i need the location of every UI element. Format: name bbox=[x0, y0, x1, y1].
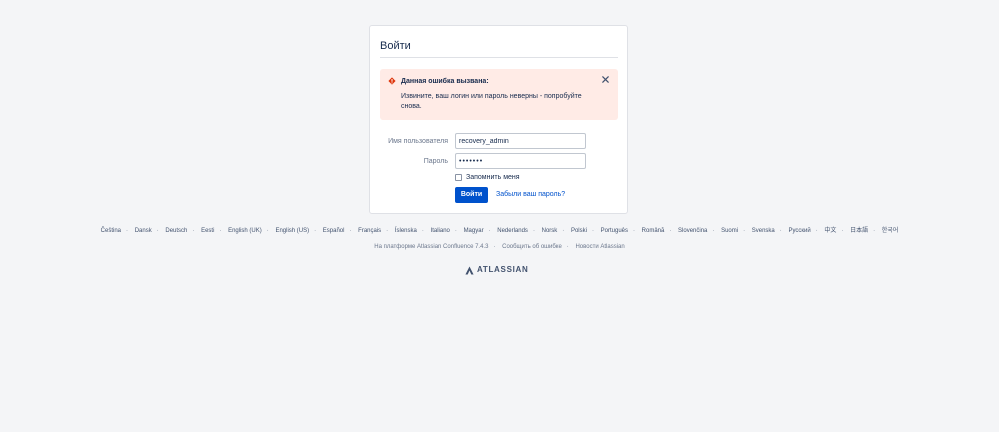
powered-by-link[interactable]: На платформе Atlassian Confluence 7.4.3 bbox=[374, 244, 488, 250]
atlassian-wordmark: ATLASSIAN bbox=[477, 265, 529, 274]
password-label: Пароль bbox=[423, 158, 448, 165]
language-separator: · bbox=[841, 228, 844, 234]
atlassian-logo-icon bbox=[465, 265, 474, 275]
title-divider bbox=[380, 57, 618, 58]
language-separator: · bbox=[779, 228, 782, 234]
language-link-nl[interactable]: Nederlands bbox=[497, 228, 528, 234]
language-separator: · bbox=[219, 228, 222, 234]
language-link-sk[interactable]: Slovenčina bbox=[678, 228, 707, 234]
language-link-ro[interactable]: Română bbox=[642, 228, 665, 234]
error-text: Извините, ваш логин или пароль неверны -… bbox=[401, 93, 582, 110]
language-link-ja[interactable]: 日本語 bbox=[850, 228, 868, 234]
language-link-no[interactable]: Norsk bbox=[542, 228, 558, 234]
language-link-en-uk[interactable]: English (UK) bbox=[228, 228, 262, 234]
language-separator: · bbox=[156, 228, 159, 234]
language-link-cs[interactable]: Čeština bbox=[101, 228, 121, 234]
language-separator: · bbox=[815, 228, 818, 234]
language-separator: · bbox=[488, 228, 491, 234]
atlassian-logo[interactable]: ATLASSIAN bbox=[465, 265, 528, 275]
language-separator: · bbox=[873, 228, 876, 234]
language-separator: · bbox=[126, 228, 129, 234]
language-link-fi[interactable]: Suomi bbox=[721, 228, 738, 234]
language-separator: · bbox=[421, 228, 424, 234]
language-link-pl[interactable]: Polski bbox=[571, 228, 587, 234]
language-link-et[interactable]: Eesti bbox=[201, 228, 214, 234]
close-icon[interactable] bbox=[601, 75, 610, 84]
language-separator: · bbox=[712, 228, 715, 234]
language-separator: · bbox=[532, 228, 535, 234]
password-input[interactable] bbox=[455, 153, 586, 169]
language-separator: · bbox=[454, 228, 457, 234]
remember-me-row: Запомнить меня bbox=[455, 173, 520, 182]
language-separator: · bbox=[386, 228, 389, 234]
language-separator: · bbox=[743, 228, 746, 234]
language-separator: · bbox=[192, 228, 195, 234]
login-button[interactable]: Войти bbox=[455, 187, 488, 203]
language-link-sv[interactable]: Svenska bbox=[752, 228, 775, 234]
language-separator: · bbox=[349, 228, 352, 234]
language-link-da[interactable]: Dansk bbox=[135, 228, 152, 234]
language-selector: Čeština · Dansk · Deutsch · Eesti · English … bbox=[0, 227, 999, 236]
report-bug-link[interactable]: Сообщить об ошибке bbox=[502, 244, 562, 250]
error-message-box: Данная ошибка вызвана: Извините, ваш лог… bbox=[380, 69, 618, 120]
remember-me-checkbox[interactable] bbox=[455, 174, 462, 181]
language-separator: · bbox=[633, 228, 635, 234]
language-link-en-us[interactable]: English (US) bbox=[275, 228, 309, 234]
username-input[interactable] bbox=[455, 133, 586, 149]
language-link-es[interactable]: Español bbox=[323, 228, 345, 234]
language-link-ko[interactable]: 한국어 bbox=[882, 228, 899, 234]
language-separator: · bbox=[562, 228, 565, 234]
atlassian-news-link[interactable]: Новости Atlassian bbox=[575, 244, 624, 250]
language-separator: · bbox=[266, 228, 269, 234]
footer-separator: · bbox=[493, 244, 496, 250]
login-page: Войти Данная ошибка вызвана: Извините, в… bbox=[0, 0, 999, 432]
language-link-zh[interactable]: 中文 bbox=[824, 228, 836, 234]
footer-links: На платформе Atlassian Confluence 7.4.3 ·… bbox=[0, 243, 999, 252]
language-link-ru[interactable]: Русский bbox=[788, 228, 810, 234]
forgot-password-link[interactable]: Забыли ваш пароль? bbox=[496, 190, 565, 200]
footer-separator: · bbox=[566, 244, 569, 250]
language-separator: · bbox=[314, 228, 317, 234]
error-icon bbox=[388, 77, 396, 85]
language-link-fr[interactable]: Français bbox=[358, 228, 381, 234]
page-title: Войти bbox=[380, 40, 411, 52]
language-separator: · bbox=[591, 228, 594, 234]
language-separator: · bbox=[669, 228, 672, 234]
language-link-it[interactable]: Italiano bbox=[431, 228, 450, 234]
language-link-pt[interactable]: Português bbox=[601, 228, 628, 234]
remember-me-label[interactable]: Запомнить меня bbox=[466, 173, 520, 182]
language-link-hu[interactable]: Magyar bbox=[464, 228, 484, 234]
language-link-is[interactable]: Íslenska bbox=[395, 228, 417, 234]
login-card: Войти Данная ошибка вызвана: Извините, в… bbox=[369, 25, 628, 214]
username-label: Имя пользователя bbox=[388, 138, 448, 145]
error-heading: Данная ошибка вызвана: bbox=[401, 78, 489, 85]
language-link-de[interactable]: Deutsch bbox=[165, 228, 187, 234]
